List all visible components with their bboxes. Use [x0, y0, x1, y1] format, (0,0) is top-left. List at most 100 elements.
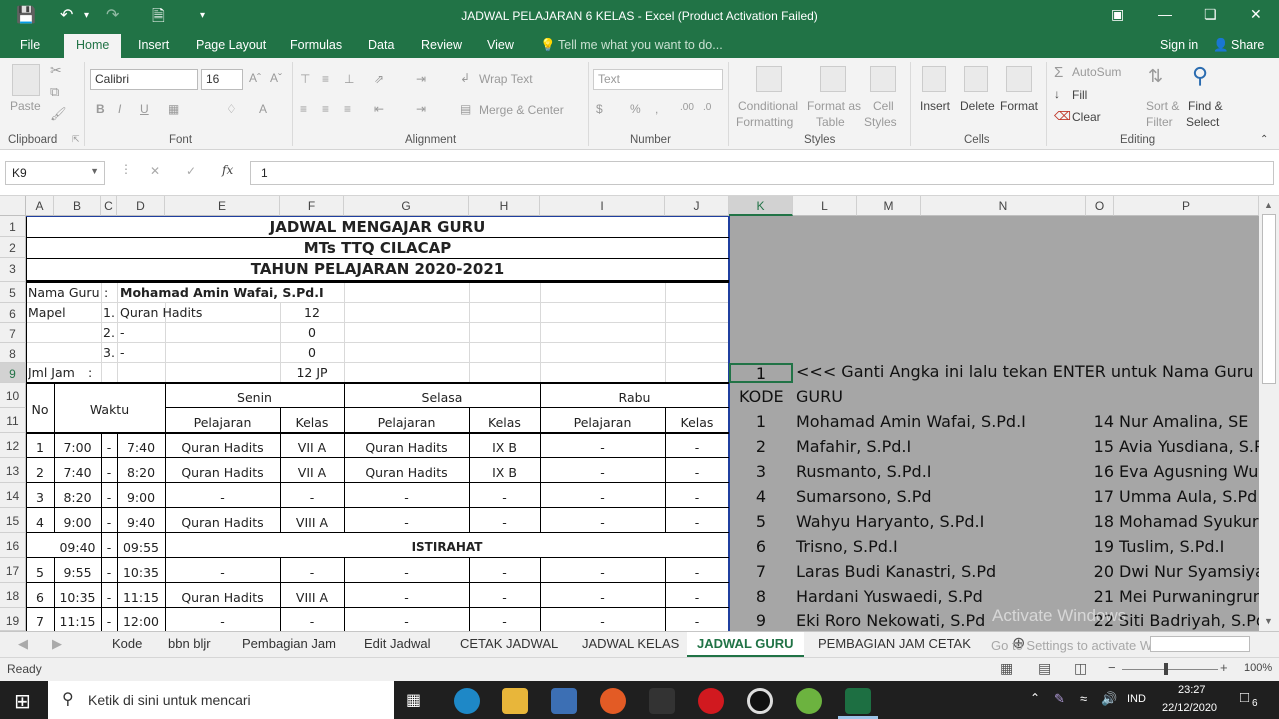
guru-code[interactable]: 4: [729, 487, 793, 506]
cell-senin-pelajaran[interactable]: Quran Hadits: [165, 514, 280, 532]
cell-start[interactable]: 09:40: [54, 539, 101, 557]
cell-selasa-kelas[interactable]: -: [469, 564, 540, 582]
row-header-6[interactable]: 6: [0, 303, 26, 323]
scroll-up-icon[interactable]: ▲: [1264, 200, 1273, 210]
guru-name[interactable]: Laras Budi Kanastri, S.Pd: [796, 562, 996, 581]
cell-no[interactable]: 4: [26, 514, 54, 532]
merge-center-button[interactable]: Merge & Center: [479, 103, 564, 117]
tab-home[interactable]: Home: [64, 34, 122, 58]
jml-jam-value[interactable]: 12 JP: [280, 364, 344, 382]
cell-senin-pelajaran[interactable]: Quran Hadits: [165, 589, 280, 607]
tab-formulas[interactable]: Formulas: [290, 38, 342, 52]
fill-color-icon[interactable]: ♢: [226, 102, 237, 116]
cell-dash[interactable]: -: [101, 464, 117, 482]
guru-name[interactable]: Siti Badriyah, S.Pd: [1119, 611, 1259, 630]
guru-name[interactable]: Eki Roro Nekowati, S.Pd: [796, 611, 985, 630]
next-sheet-icon[interactable]: ▶: [52, 636, 62, 652]
zoom-out-icon[interactable]: −: [1108, 660, 1116, 675]
decrease-decimal-icon[interactable]: .0: [703, 102, 711, 113]
row-header-1[interactable]: 1: [0, 216, 26, 237]
sheet-title-1[interactable]: JADWAL MENGAJAR GURU: [26, 217, 729, 237]
zoom-slider-thumb[interactable]: [1164, 663, 1168, 675]
row-header-11[interactable]: 11: [0, 408, 26, 433]
column-header-k[interactable]: K: [729, 196, 793, 216]
guru-name[interactable]: Hardani Yuswaedi, S.Pd: [796, 587, 983, 606]
clear-button[interactable]: Clear: [1072, 110, 1101, 124]
cell-rabu-kelas[interactable]: -: [665, 613, 729, 631]
excel-icon[interactable]: [845, 688, 871, 714]
column-header-f[interactable]: F: [280, 196, 344, 216]
cell-styles-button[interactable]: Cell: [873, 99, 894, 113]
header-pelajaran[interactable]: Pelajaran: [540, 414, 665, 432]
paste-button[interactable]: Paste: [10, 99, 41, 113]
name-box-dropdown-icon[interactable]: ▼: [90, 166, 99, 176]
guru-name[interactable]: Tuslim, S.Pd.I: [1119, 537, 1224, 556]
cell-rabu-pelajaran[interactable]: -: [540, 564, 665, 582]
guru-name[interactable]: Avia Yusdiana, S.P: [1119, 437, 1259, 456]
fill-button[interactable]: Fill: [1072, 88, 1087, 102]
cell-end[interactable]: 9:40: [117, 514, 165, 532]
cell-end[interactable]: 8:20: [117, 464, 165, 482]
tell-me-box[interactable]: Tell me what you want to do...: [558, 38, 723, 52]
app-green-icon[interactable]: [796, 688, 822, 714]
row-header-7[interactable]: 7: [0, 323, 26, 343]
guru-name[interactable]: Dwi Nur Syamsiya: [1119, 562, 1259, 581]
cell-senin-pelajaran[interactable]: -: [165, 489, 280, 507]
cell-senin-kelas[interactable]: VIII A: [280, 589, 344, 607]
cell-start[interactable]: 9:00: [54, 514, 101, 532]
align-right-icon[interactable]: ≡: [344, 102, 351, 116]
column-header-i[interactable]: I: [540, 196, 665, 216]
cell-senin-kelas[interactable]: VIII A: [280, 514, 344, 532]
cell-selasa-pelajaran[interactable]: -: [344, 564, 469, 582]
cell-selasa-pelajaran[interactable]: Quran Hadits: [344, 464, 469, 482]
sheet-title-3[interactable]: TAHUN PELAJARAN 2020-2021: [26, 259, 729, 279]
cell-start[interactable]: 9:55: [54, 564, 101, 582]
column-header-j[interactable]: J: [665, 196, 729, 216]
horizontal-scrollbar[interactable]: [1150, 636, 1250, 652]
mapel-name[interactable]: -: [120, 344, 125, 362]
normal-view-icon[interactable]: ▦: [1000, 660, 1013, 677]
italic-button[interactable]: I: [118, 102, 121, 116]
bold-button[interactable]: B: [96, 102, 105, 116]
cell-rabu-kelas[interactable]: -: [665, 439, 729, 457]
guru-code[interactable]: 21: [1086, 587, 1114, 606]
row-header-14[interactable]: 14: [0, 483, 26, 508]
font-size-box[interactable]: 16: [201, 69, 243, 90]
guru-code[interactable]: 20: [1086, 562, 1114, 581]
cell-senin-pelajaran[interactable]: Quran Hadits: [165, 464, 280, 482]
ribbon-display-options-icon[interactable]: ▣: [1111, 6, 1124, 23]
align-top-icon[interactable]: ⊤: [300, 72, 310, 86]
sheet-tab-cetak-jadwal[interactable]: CETAK JADWAL: [460, 636, 558, 651]
cell-rabu-kelas[interactable]: -: [665, 589, 729, 607]
pen-icon[interactable]: ✎: [1054, 691, 1065, 707]
tab-page-layout[interactable]: Page Layout: [196, 38, 266, 52]
format-as-table-button[interactable]: Format as: [807, 99, 861, 113]
cell-rabu-pelajaran[interactable]: -: [540, 464, 665, 482]
guru-code[interactable]: 18: [1086, 512, 1114, 531]
cell-dash[interactable]: -: [101, 589, 117, 607]
guru-name[interactable]: Umma Aula, S.Pd.: [1119, 487, 1259, 506]
cell-no[interactable]: 1: [26, 439, 54, 457]
cell-end[interactable]: 11:15: [117, 589, 165, 607]
column-header-l[interactable]: L: [793, 196, 857, 216]
font-name-box[interactable]: Calibri: [90, 69, 198, 90]
guru-code[interactable]: 15: [1086, 437, 1114, 456]
header-rabu[interactable]: Rabu: [540, 389, 729, 407]
cell-rabu-kelas[interactable]: -: [665, 564, 729, 582]
name-box[interactable]: K9 ▼: [5, 161, 105, 185]
cell-selasa-kelas[interactable]: -: [469, 613, 540, 631]
guru-code[interactable]: 1: [729, 412, 793, 431]
tab-file[interactable]: File: [20, 38, 40, 52]
cell-selasa-kelas[interactable]: -: [469, 514, 540, 532]
cell-senin-kelas[interactable]: -: [280, 613, 344, 631]
guru-name[interactable]: Sumarsono, S.Pd: [796, 487, 932, 506]
mapel-label[interactable]: Mapel: [28, 304, 66, 322]
cell-no[interactable]: 5: [26, 564, 54, 582]
cell-start[interactable]: 8:20: [54, 489, 101, 507]
network-icon[interactable]: ≈: [1080, 691, 1087, 706]
sheet-tab-bbn-bljr[interactable]: bbn bljr: [168, 636, 211, 651]
cell-dash[interactable]: -: [101, 613, 117, 631]
cell-selasa-pelajaran[interactable]: -: [344, 514, 469, 532]
cell-senin-kelas[interactable]: VII A: [280, 439, 344, 457]
row-header-9[interactable]: 9: [0, 363, 26, 383]
